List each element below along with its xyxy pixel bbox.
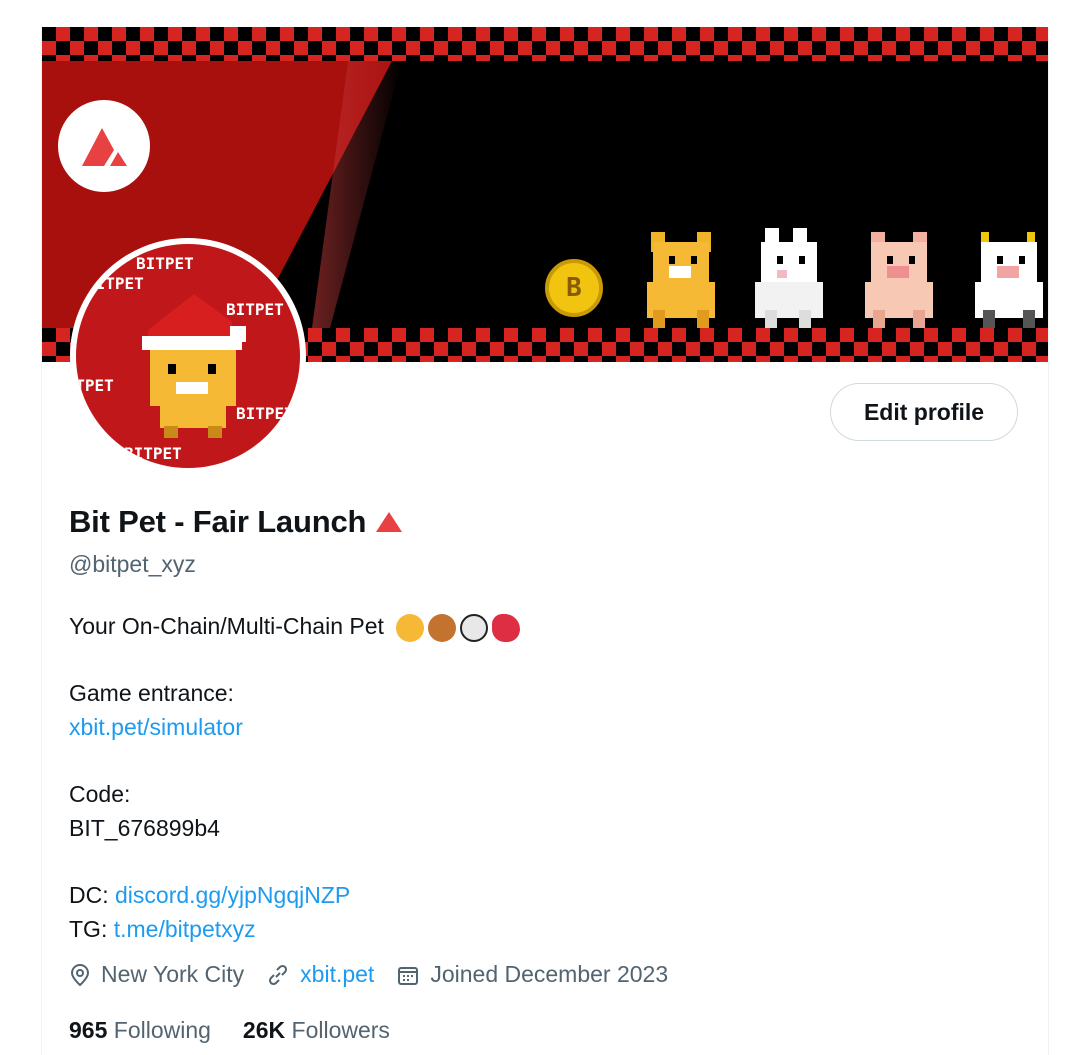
joined-item: Joined December 2023	[396, 961, 668, 988]
rabbit-pet-sprite	[747, 228, 831, 328]
profile-bio: Your On-Chain/Multi-Chain Pet Game entra…	[69, 609, 969, 946]
code-label: Code:	[69, 781, 131, 807]
location-item: New York City	[69, 961, 244, 988]
avatar-image: BITPET BITPET BITPET BITPET BITPET BITPE…	[76, 244, 300, 468]
avalanche-triangle-icon	[376, 512, 403, 532]
avatar-word: BITPET	[76, 376, 114, 395]
code-value: BIT_676899b4	[69, 815, 220, 841]
cow-pet-sprite	[967, 232, 1048, 328]
discord-label: DC:	[69, 882, 109, 908]
followers-link[interactable]: 26K Followers	[243, 1017, 390, 1044]
bitpet-coin-icon: B	[545, 259, 603, 317]
profile-avatar[interactable]: BITPET BITPET BITPET BITPET BITPET BITPE…	[70, 238, 306, 474]
display-name: Bit Pet - Fair Launch	[69, 504, 367, 539]
game-entrance-link[interactable]: xbit.pet/simulator	[69, 714, 243, 740]
website-item: xbit.pet	[266, 961, 374, 988]
following-link[interactable]: 965 Following	[69, 1017, 211, 1044]
discord-link[interactable]: discord.gg/yjpNgqjNZP	[115, 882, 350, 908]
profile-card: B BITPET BITPET BITPET TPET BITPET BITPE…	[41, 27, 1049, 1055]
user-handle: @bitpet_xyz	[69, 551, 196, 577]
telegram-label: TG:	[69, 916, 108, 942]
profile-meta-row: New York City xbit.pet Joined December 2…	[69, 961, 690, 988]
location-text: New York City	[101, 961, 245, 987]
game-entrance-label: Game entrance:	[69, 680, 234, 706]
edit-profile-button[interactable]: Edit profile	[830, 383, 1018, 441]
telegram-link[interactable]: t.me/bitpetxyz	[114, 916, 256, 942]
location-pin-icon	[70, 963, 90, 986]
panda-face-emoji-icon	[460, 613, 489, 642]
link-icon	[269, 964, 288, 985]
display-name-row: Bit Pet - Fair Launch	[69, 504, 404, 540]
dog-face-emoji-icon	[428, 613, 457, 642]
avatar-word: BITPET	[136, 254, 194, 273]
red-bird-emoji-icon	[492, 613, 521, 642]
followers-label: Followers	[291, 1017, 390, 1043]
cat-face-emoji-icon	[396, 613, 425, 642]
following-count: 965	[69, 1017, 108, 1043]
banner-checker-top	[42, 27, 1048, 61]
bio-tagline: Your On-Chain/Multi-Chain Pet	[69, 613, 384, 639]
calendar-icon	[398, 966, 419, 985]
avatar-word: BITPET	[124, 444, 182, 463]
santa-shiba-sprite	[142, 294, 246, 438]
website-link[interactable]: xbit.pet	[300, 961, 374, 988]
coin-letter: B	[566, 273, 582, 303]
followers-count: 26K	[242, 1017, 286, 1043]
bio-line-1: Your On-Chain/Multi-Chain Pet	[69, 609, 969, 643]
joined-text: Joined December 2023	[430, 961, 669, 987]
shiba-pet-sprite	[639, 232, 723, 328]
pig-pet-sprite	[857, 232, 941, 328]
following-label: Following	[113, 1017, 211, 1043]
follow-stats: 965 Following 26K Followers	[69, 1017, 390, 1044]
avalanche-logo-icon	[58, 100, 150, 192]
